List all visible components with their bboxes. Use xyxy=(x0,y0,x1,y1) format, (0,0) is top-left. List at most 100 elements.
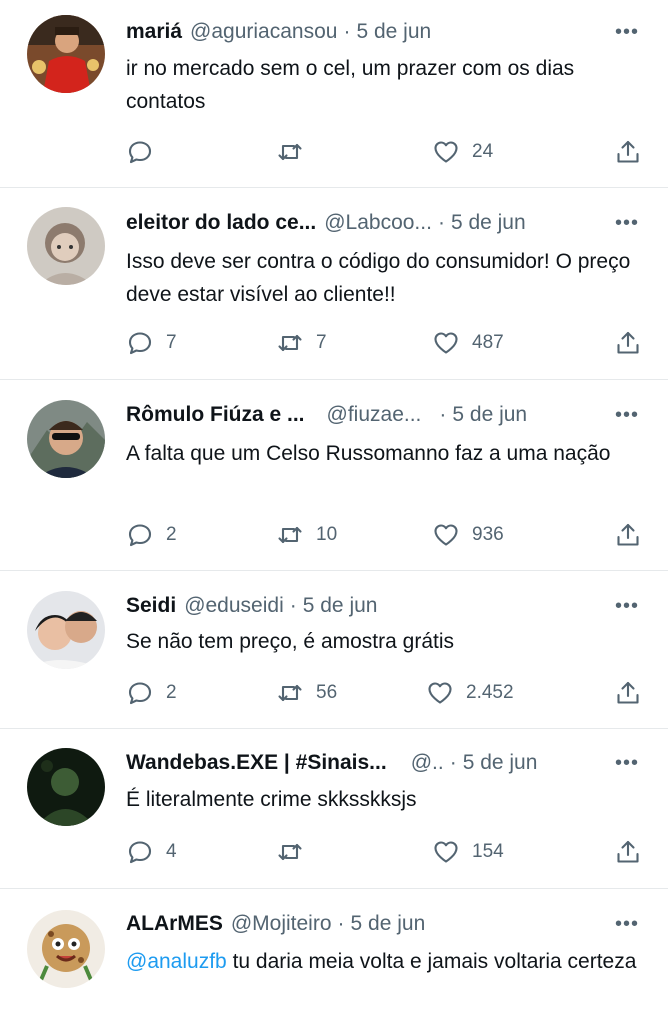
tweet[interactable]: ALArMES @Mojiteiro · 5 de jun ••• @analu… xyxy=(0,889,668,1024)
retweet-icon xyxy=(278,684,302,702)
tweet-header: mariá @aguriacansou · 5 de jun xyxy=(126,17,608,47)
tweet-actions: 4 154 xyxy=(126,835,642,869)
reply-button[interactable]: 2 xyxy=(126,518,177,552)
display-name[interactable]: eleitor do lado ce... xyxy=(126,211,316,235)
reply-count: 2 xyxy=(166,682,177,703)
more-options-icon[interactable]: ••• xyxy=(612,400,642,430)
display-name[interactable]: ALArMES xyxy=(126,912,223,936)
display-name[interactable]: mariá xyxy=(126,20,182,44)
username[interactable]: @Mojiteiro xyxy=(231,912,332,936)
avatar[interactable] xyxy=(27,400,105,478)
retweet-button[interactable] xyxy=(276,135,316,169)
mention-link[interactable]: @analuzfb xyxy=(126,950,227,973)
tweet-actions: 24 xyxy=(126,135,642,169)
tweet-header: Rômulo Fiúza e ... @fiuzae... · 5 de jun xyxy=(126,400,608,430)
retweet-icon xyxy=(278,334,302,352)
retweet-count: 7 xyxy=(316,332,327,353)
share-button[interactable] xyxy=(614,135,642,169)
share-button[interactable] xyxy=(614,676,642,710)
username[interactable]: @Labcoo... xyxy=(324,211,432,235)
separator-dot: · xyxy=(437,211,445,234)
reply-count: 7 xyxy=(166,332,177,353)
heart-icon xyxy=(428,682,452,704)
tweet-feed: mariá @aguriacansou · 5 de jun ••• ir no… xyxy=(0,0,668,1024)
separator-dot: · xyxy=(289,594,297,617)
reply-button[interactable]: 2 xyxy=(126,676,177,710)
more-options-icon[interactable]: ••• xyxy=(612,909,642,939)
avatar[interactable] xyxy=(27,591,105,669)
display-name[interactable]: Seidi xyxy=(126,594,176,618)
share-button[interactable] xyxy=(614,518,642,552)
share-icon xyxy=(617,840,639,863)
tweet-actions: 2 10 936 xyxy=(126,518,642,552)
reply-icon xyxy=(128,141,152,164)
separator-dot: · xyxy=(439,403,447,426)
retweet-icon xyxy=(278,143,302,161)
tweet-text: É literalmente crime skksskksjs xyxy=(126,788,417,811)
more-options-icon[interactable]: ••• xyxy=(612,748,642,778)
timestamp[interactable]: 5 de jun xyxy=(351,912,426,936)
reply-icon xyxy=(128,332,152,355)
reply-icon xyxy=(128,682,152,705)
retweet-button[interactable]: 56 xyxy=(276,676,337,710)
tweet[interactable]: mariá @aguriacansou · 5 de jun ••• ir no… xyxy=(0,0,668,188)
like-button[interactable]: 2.452 xyxy=(426,676,514,710)
heart-icon xyxy=(434,524,458,546)
tweet-text: ir no mercado sem o cel, um prazer com o… xyxy=(126,57,575,113)
like-count: 487 xyxy=(472,332,504,353)
share-icon xyxy=(617,331,639,354)
avatar[interactable] xyxy=(27,15,105,93)
username[interactable]: @aguriacansou xyxy=(190,20,337,44)
retweet-count: 56 xyxy=(316,682,338,703)
tweet-text: @analuzfb tu daria meia volta e jamais v… xyxy=(126,945,638,978)
display-name[interactable]: Rômulo Fiúza e ... xyxy=(126,403,305,427)
tweet-header: Wandebas.EXE | #Sinais... @.. · 5 de jun xyxy=(126,748,608,778)
reply-button[interactable]: 7 xyxy=(126,326,177,360)
tweet[interactable]: Wandebas.EXE | #Sinais... @.. · 5 de jun… xyxy=(0,729,668,889)
share-button[interactable] xyxy=(614,835,642,869)
username[interactable]: @.. xyxy=(411,751,444,775)
avatar[interactable] xyxy=(27,748,105,826)
more-options-icon[interactable]: ••• xyxy=(612,591,642,621)
tweet-header: Seidi @eduseidi · 5 de jun xyxy=(126,591,608,621)
reply-count: 4 xyxy=(166,841,177,862)
like-count: 24 xyxy=(472,141,494,162)
tweet-text: Se não tem preço, é amostra grátis xyxy=(126,630,454,653)
more-options-icon[interactable]: ••• xyxy=(612,208,642,238)
retweet-button[interactable]: 10 xyxy=(276,518,337,552)
timestamp[interactable]: 5 de jun xyxy=(451,211,526,235)
share-icon xyxy=(617,140,639,163)
tweet[interactable]: Rômulo Fiúza e ... @fiuzae... · 5 de jun… xyxy=(0,380,668,571)
heart-icon xyxy=(434,141,458,163)
retweet-button[interactable] xyxy=(276,835,316,869)
tweet-text: A falta que um Celso Russomanno faz a um… xyxy=(126,442,611,465)
more-options-icon[interactable]: ••• xyxy=(612,17,642,47)
like-button[interactable]: 936 xyxy=(432,518,504,552)
tweet-actions: 2 56 2.452 xyxy=(126,676,642,710)
retweet-button[interactable]: 7 xyxy=(276,326,327,360)
tweet-actions: 7 7 487 xyxy=(126,326,642,360)
display-name[interactable]: Wandebas.EXE | #Sinais... xyxy=(126,751,387,775)
reply-button[interactable]: 4 xyxy=(126,835,177,869)
timestamp[interactable]: 5 de jun xyxy=(452,403,527,427)
username[interactable]: @eduseidi xyxy=(184,594,284,618)
timestamp[interactable]: 5 de jun xyxy=(303,594,378,618)
username[interactable]: @fiuzae... xyxy=(327,403,422,427)
avatar[interactable] xyxy=(27,910,105,988)
like-button[interactable]: 487 xyxy=(432,326,504,360)
like-button[interactable]: 154 xyxy=(432,835,504,869)
retweet-icon xyxy=(278,526,302,544)
reply-icon xyxy=(128,841,152,864)
timestamp[interactable]: 5 de jun xyxy=(356,20,431,44)
tweet[interactable]: Seidi @eduseidi · 5 de jun ••• Se não te… xyxy=(0,571,668,729)
tweet[interactable]: eleitor do lado ce... @Labcoo... · 5 de … xyxy=(0,188,668,380)
timestamp[interactable]: 5 de jun xyxy=(463,751,538,775)
reply-button[interactable] xyxy=(126,135,166,169)
tweet-header: ALArMES @Mojiteiro · 5 de jun xyxy=(126,909,608,939)
share-icon xyxy=(617,523,639,546)
like-button[interactable]: 24 xyxy=(432,135,493,169)
share-button[interactable] xyxy=(614,326,642,360)
heart-icon xyxy=(434,841,458,863)
avatar[interactable] xyxy=(27,207,105,285)
share-icon xyxy=(617,681,639,704)
